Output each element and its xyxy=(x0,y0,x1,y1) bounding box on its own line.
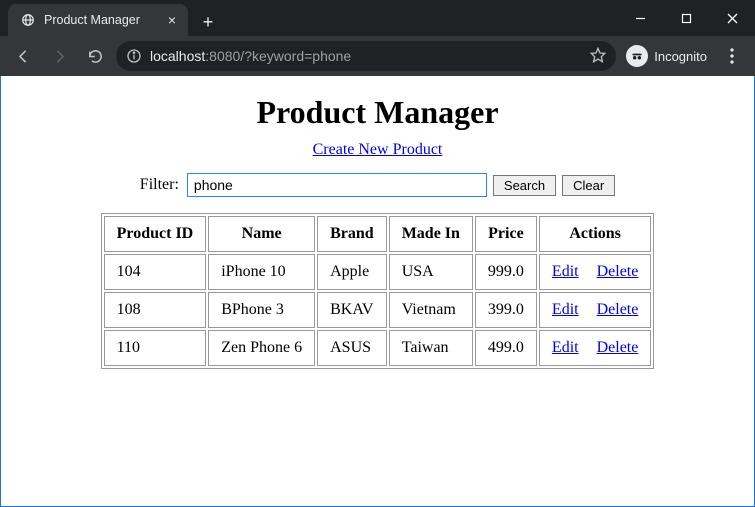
cell-made_in: Taiwan xyxy=(389,330,473,366)
cell-brand: Apple xyxy=(317,254,387,290)
cell-name: Zen Phone 6 xyxy=(208,330,315,366)
col-price: Price xyxy=(475,216,537,252)
cell-id: 104 xyxy=(104,254,207,290)
incognito-icon xyxy=(626,45,648,67)
bookmark-star-icon[interactable] xyxy=(590,47,606,66)
minimize-button[interactable] xyxy=(617,3,663,33)
edit-link[interactable]: Edit xyxy=(552,263,579,280)
cell-actions: Edit Delete xyxy=(539,292,651,328)
delete-link[interactable]: Delete xyxy=(597,339,639,356)
browser-chrome: Product Manager × + xyxy=(0,0,755,76)
cell-made_in: USA xyxy=(389,254,473,290)
toolbar: localhost:8080/?keyword=phone Incognito xyxy=(0,36,755,76)
globe-icon xyxy=(20,12,36,28)
incognito-label: Incognito xyxy=(654,49,707,64)
cell-id: 108 xyxy=(104,292,207,328)
url-text: localhost:8080/?keyword=phone xyxy=(150,48,351,64)
delete-link[interactable]: Delete xyxy=(597,263,639,280)
cell-actions: Edit Delete xyxy=(539,254,651,290)
clear-button[interactable]: Clear xyxy=(562,175,615,196)
cell-name: iPhone 10 xyxy=(208,254,315,290)
back-button[interactable] xyxy=(8,41,38,71)
close-tab-icon[interactable]: × xyxy=(168,13,176,27)
col-actions: Actions xyxy=(539,216,651,252)
cell-name: BPhone 3 xyxy=(208,292,315,328)
close-window-button[interactable] xyxy=(709,3,755,33)
table-row: 104iPhone 10AppleUSA999.0 Edit Delete xyxy=(104,254,652,290)
address-bar[interactable]: localhost:8080/?keyword=phone xyxy=(116,41,616,71)
col-brand: Brand xyxy=(317,216,387,252)
page-content: Product Manager Create New Product Filte… xyxy=(1,94,754,369)
cell-brand: BKAV xyxy=(317,292,387,328)
table-header-row: Product ID Name Brand Made In Price Acti… xyxy=(104,216,652,252)
cell-id: 110 xyxy=(104,330,207,366)
tab-bar: Product Manager × + xyxy=(0,0,755,36)
page-title: Product Manager xyxy=(1,94,754,131)
delete-link[interactable]: Delete xyxy=(597,301,639,318)
maximize-button[interactable] xyxy=(663,3,709,33)
window-controls xyxy=(617,0,755,36)
table-row: 108BPhone 3BKAVVietnam399.0 Edit Delete xyxy=(104,292,652,328)
search-button[interactable]: Search xyxy=(493,175,556,196)
filter-input[interactable] xyxy=(187,173,487,197)
reload-button[interactable] xyxy=(80,41,110,71)
col-made-in: Made In xyxy=(389,216,473,252)
page-viewport: Product Manager Create New Product Filte… xyxy=(0,76,755,507)
cell-made_in: Vietnam xyxy=(389,292,473,328)
products-table: Product ID Name Brand Made In Price Acti… xyxy=(101,213,655,369)
new-tab-button[interactable]: + xyxy=(194,8,222,36)
menu-button[interactable] xyxy=(717,41,747,71)
browser-tab[interactable]: Product Manager × xyxy=(8,4,188,36)
cell-price: 399.0 xyxy=(475,292,537,328)
cell-brand: ASUS xyxy=(317,330,387,366)
cell-price: 499.0 xyxy=(475,330,537,366)
url-host: localhost xyxy=(150,48,205,64)
cell-price: 999.0 xyxy=(475,254,537,290)
filter-label: Filter: xyxy=(140,176,179,194)
incognito-indicator[interactable]: Incognito xyxy=(622,45,711,67)
col-name: Name xyxy=(208,216,315,252)
table-row: 110Zen Phone 6ASUSTaiwan499.0 Edit Delete xyxy=(104,330,652,366)
edit-link[interactable]: Edit xyxy=(552,301,579,318)
cell-actions: Edit Delete xyxy=(539,330,651,366)
create-product-link[interactable]: Create New Product xyxy=(313,141,443,158)
col-product-id: Product ID xyxy=(104,216,207,252)
site-info-icon[interactable] xyxy=(126,48,142,64)
filter-form: Filter: Search Clear xyxy=(1,173,754,197)
forward-button[interactable] xyxy=(44,41,74,71)
edit-link[interactable]: Edit xyxy=(552,339,579,356)
tab-title: Product Manager xyxy=(44,13,140,27)
url-path: :8080/?keyword=phone xyxy=(205,48,351,64)
